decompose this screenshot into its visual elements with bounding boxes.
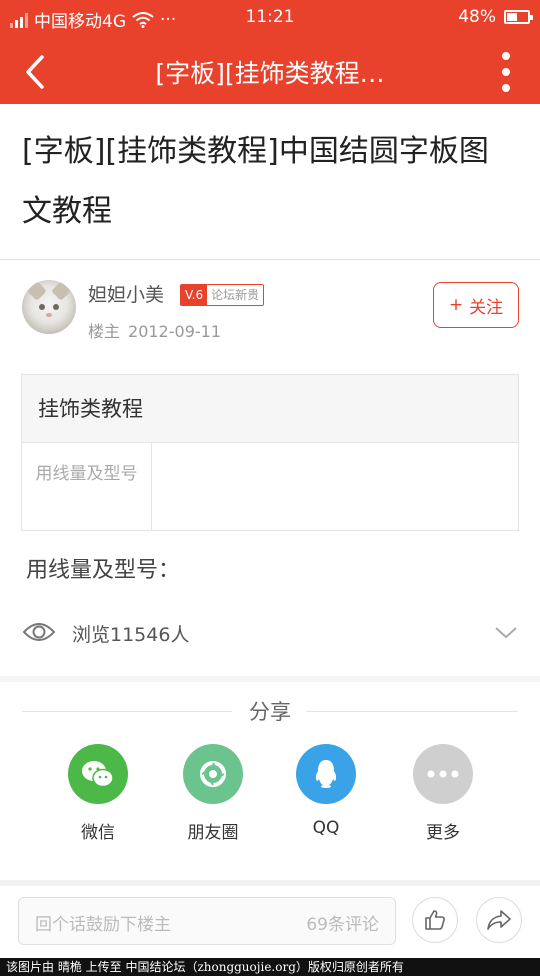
section-separator: [0, 880, 540, 886]
moments-icon: [183, 744, 243, 804]
watermark-footer: 该图片由 晴桅 上传至 中国结论坛（zhongguojie.org）版权归原创者…: [0, 958, 540, 976]
share-divider-right: [306, 711, 518, 712]
share-label: QQ: [312, 818, 340, 838]
follow-button[interactable]: + 关注: [433, 282, 519, 328]
like-button[interactable]: [412, 897, 458, 943]
level-badge: V.6 论坛新贵: [180, 284, 265, 306]
info-table: 挂饰类教程 用线量及型号: [21, 374, 519, 531]
share-moments-button[interactable]: 朋友圈: [163, 744, 263, 843]
comment-input[interactable]: 回个话鼓励下楼主 69条评论: [18, 897, 396, 945]
post-date: 2012-09-11: [128, 322, 221, 341]
views-count: 浏览11546人: [72, 624, 190, 646]
level-value: V.6: [181, 285, 208, 305]
avatar[interactable]: [22, 280, 76, 334]
views-row[interactable]: 浏览11546人: [22, 616, 520, 650]
status-bar: 中国移动4G ··· 11:21 48%: [0, 0, 540, 36]
plus-icon: +: [448, 295, 464, 315]
info-table-header: 挂饰类教程: [22, 375, 518, 443]
author-meta: 楼主 2012-09-11: [88, 318, 221, 342]
eye-icon: [22, 623, 56, 641]
share-label: 更多: [426, 823, 460, 843]
more-menu-button[interactable]: [496, 52, 516, 92]
article-title: [字板][挂饰类教程]中国结圆字板图文教程: [22, 134, 489, 229]
chevron-down-icon[interactable]: [494, 622, 518, 642]
share-items: 微信 朋友圈 QQ 更多: [0, 744, 540, 844]
status-right: 48%: [458, 7, 533, 27]
comment-placeholder: 回个话鼓励下楼主: [35, 915, 171, 935]
more-dot-icon: [502, 68, 510, 76]
author-role: 楼主: [88, 322, 121, 341]
table-row: 用线量及型号: [22, 443, 518, 530]
wechat-icon: [68, 744, 128, 804]
battery-percent: 48%: [458, 7, 496, 27]
back-button[interactable]: [20, 52, 60, 92]
share-wechat-button[interactable]: 微信: [48, 744, 148, 843]
battery-icon: [504, 10, 533, 24]
divider: [0, 259, 540, 260]
share-label: 微信: [81, 823, 115, 843]
share-arrow-icon: [487, 910, 511, 930]
nav-title: [字板][挂饰类教程…: [155, 59, 385, 88]
share-qq-button[interactable]: QQ: [276, 744, 376, 838]
more-dot-icon: [502, 84, 510, 92]
back-arrow-icon: [26, 55, 44, 89]
share-more-button[interactable]: 更多: [393, 744, 493, 843]
table-key: 用线量及型号: [22, 443, 152, 530]
section-label: 用线量及型号：: [26, 558, 181, 583]
author-name[interactable]: 妲妲小美: [88, 280, 164, 307]
follow-label: 关注: [469, 297, 504, 318]
rank-label: 论坛新贵: [207, 285, 264, 305]
more-icon: [413, 744, 473, 804]
more-dot-icon: [502, 52, 510, 60]
share-button[interactable]: [476, 897, 522, 943]
top-bar: 中国移动4G ··· 11:21 48% [字板][挂饰类教程…: [0, 0, 540, 104]
nav-bar: [字板][挂饰类教程…: [0, 40, 540, 104]
comment-count[interactable]: 69条评论: [306, 910, 379, 935]
thumbs-up-icon: [425, 910, 445, 930]
qq-icon: [296, 744, 356, 804]
share-label: 朋友圈: [187, 823, 239, 843]
section-separator: [0, 676, 540, 682]
table-value: [152, 443, 518, 530]
